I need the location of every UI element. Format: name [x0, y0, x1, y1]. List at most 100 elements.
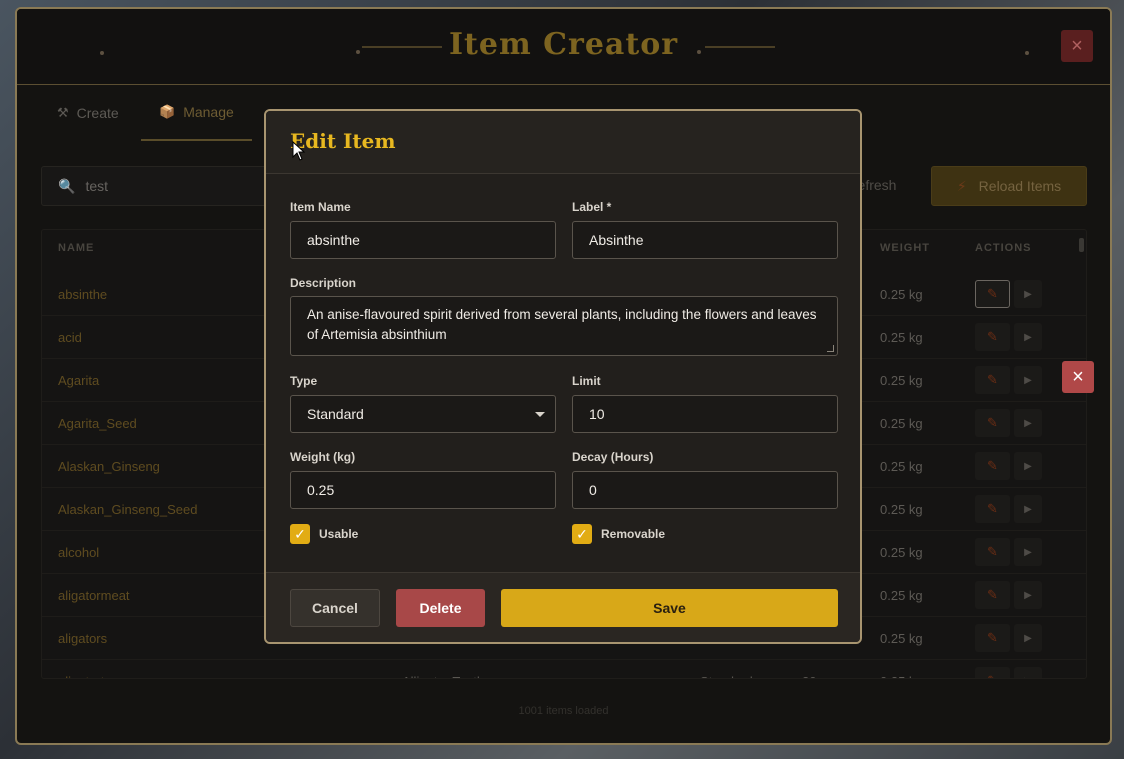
row-weight: 0.25 kg: [880, 660, 923, 678]
reload-items-button[interactable]: ⚡ Reload Items: [931, 166, 1087, 206]
column-header-actions: ACTIONS: [975, 242, 1032, 254]
description-textarea[interactable]: An anise-flavoured spirit derived from s…: [290, 296, 838, 356]
row-weight: 0.25 kg: [880, 502, 923, 517]
items-count: 1001 items loaded: [518, 705, 609, 717]
pencil-icon: ✎: [987, 630, 998, 645]
weight-input[interactable]: 0.25: [290, 471, 556, 509]
type-select[interactable]: Standard: [290, 395, 556, 433]
box-icon: 📦: [159, 104, 176, 119]
search-input[interactable]: 🔍 test: [41, 166, 271, 206]
edit-button[interactable]: ✎: [975, 452, 1010, 480]
removable-checkbox[interactable]: ✓: [572, 524, 592, 544]
side-close-button[interactable]: ×: [1062, 361, 1094, 393]
refresh-label: efresh: [857, 177, 897, 193]
give-button[interactable]: ▶: [1014, 409, 1042, 437]
row-weight: 0.25 kg: [880, 373, 923, 388]
description-label: Description: [290, 276, 357, 290]
removable-option: ✓ Removable: [572, 524, 665, 544]
removable-label: Removable: [601, 527, 666, 541]
row-name: absinthe: [58, 287, 108, 302]
edit-button[interactable]: ✎: [975, 280, 1010, 308]
title-bar: Item Creator ×: [17, 9, 1110, 85]
row-weight: 0.25 kg: [880, 330, 923, 345]
tab-label: Create: [76, 105, 119, 121]
play-icon: ▶: [1024, 589, 1032, 601]
row-name: Alaskan_Ginseng_Seed: [58, 502, 198, 517]
cancel-label: Cancel: [312, 600, 358, 616]
give-button[interactable]: ▶: [1014, 538, 1042, 566]
item-name-label: Item Name: [290, 200, 351, 214]
close-icon: ×: [1072, 365, 1084, 388]
pencil-icon: ✎: [987, 673, 998, 678]
edit-button[interactable]: ✎: [975, 624, 1010, 652]
item-name-value: absinthe: [307, 232, 360, 248]
usable-label: Usable: [319, 527, 359, 541]
search-icon: 🔍: [58, 177, 76, 194]
decay-input[interactable]: 0: [572, 471, 838, 509]
edit-button[interactable]: ✎: [975, 581, 1010, 609]
column-header-weight[interactable]: WEIGHT: [880, 242, 930, 254]
save-label: Save: [653, 600, 686, 616]
row-weight: 0.25 kg: [880, 459, 923, 474]
row-weight: 0.25 kg: [880, 416, 923, 431]
row-name: Alaskan_Ginseng: [58, 459, 160, 474]
ornament-dot: [1025, 51, 1029, 55]
play-icon: ▶: [1024, 546, 1032, 558]
limit-label: Limit: [572, 374, 601, 388]
close-icon: ×: [1071, 34, 1083, 57]
resize-handle[interactable]: [827, 345, 834, 352]
delete-label: Delete: [419, 600, 462, 616]
play-icon: ▶: [1024, 331, 1032, 343]
usable-checkbox[interactable]: ✓: [290, 524, 310, 544]
give-button[interactable]: ▶: [1014, 280, 1042, 308]
tab-create[interactable]: ⚒ Create: [39, 85, 137, 141]
cancel-button[interactable]: Cancel: [290, 589, 380, 627]
give-button[interactable]: ▶: [1014, 366, 1042, 394]
column-header-name[interactable]: NAME: [58, 242, 94, 254]
play-icon: ▶: [1024, 676, 1032, 679]
modal-header: Edit Item: [266, 111, 860, 174]
give-button[interactable]: ▶: [1014, 495, 1042, 523]
edit-button[interactable]: ✎: [975, 323, 1010, 351]
row-name: aligatormeat: [58, 588, 130, 603]
edit-button[interactable]: ✎: [975, 366, 1010, 394]
save-button[interactable]: Save: [501, 589, 838, 627]
tab-label: Manage: [183, 104, 234, 120]
edit-button[interactable]: ✎: [975, 495, 1010, 523]
give-button[interactable]: ▶: [1014, 624, 1042, 652]
edit-button[interactable]: ✎: [975, 409, 1010, 437]
give-button[interactable]: ▶: [1014, 323, 1042, 351]
edit-button[interactable]: ✎: [975, 538, 1010, 566]
pencil-icon: ✎: [987, 286, 998, 301]
tab-manage[interactable]: 📦 Manage: [141, 85, 252, 141]
chevron-down-icon: [535, 412, 545, 417]
play-icon: ▶: [1024, 288, 1032, 300]
item-name-input[interactable]: absinthe: [290, 221, 556, 259]
window-close-button[interactable]: ×: [1061, 30, 1093, 62]
delete-button[interactable]: Delete: [396, 589, 485, 627]
give-button[interactable]: ▶: [1014, 667, 1042, 679]
label-input[interactable]: Absinthe: [572, 221, 838, 259]
search-value: test: [85, 178, 109, 194]
play-icon: ▶: [1024, 460, 1032, 472]
check-icon: ✓: [576, 525, 588, 542]
row-weight: 0.25 kg: [880, 545, 923, 560]
play-icon: ▶: [1024, 632, 1032, 644]
table-row[interactable]: aligatorto Alligator Tooth Standard 20 0.25 …: [42, 660, 1086, 679]
row-name: acid: [58, 330, 82, 345]
type-label: Type: [290, 374, 318, 388]
description-value: An anise-flavoured spirit derived from s…: [307, 307, 817, 342]
weight-label: Weight (kg): [290, 450, 356, 464]
give-button[interactable]: ▶: [1014, 581, 1042, 609]
pencil-icon: ✎: [987, 501, 998, 516]
edit-item-modal: Edit Item Item Name absinthe Label * Abs…: [264, 109, 862, 644]
limit-input[interactable]: 10: [572, 395, 838, 433]
row-name: aligatorto: [58, 660, 111, 678]
row-type: Standard: [700, 660, 753, 678]
ornament-dot: [697, 50, 701, 54]
table-scrollbar[interactable]: [1079, 238, 1084, 252]
pencil-icon: ✎: [987, 372, 998, 387]
edit-button[interactable]: ✎: [975, 667, 1010, 678]
row-name: aligators: [58, 631, 108, 646]
give-button[interactable]: ▶: [1014, 452, 1042, 480]
